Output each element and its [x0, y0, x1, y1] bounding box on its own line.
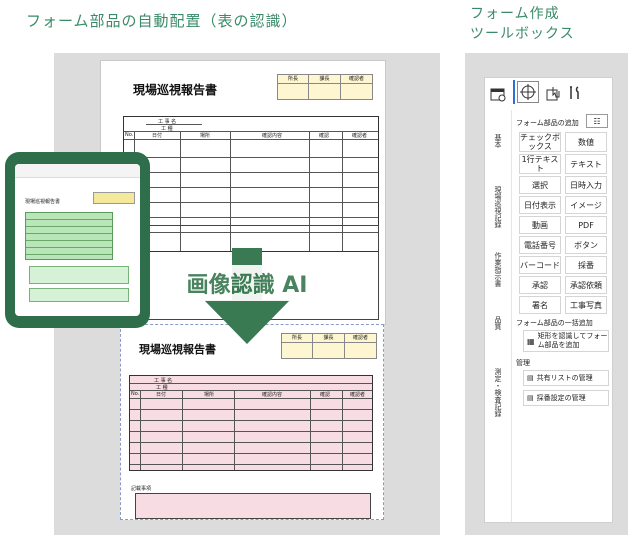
stamp-label: 確認者: [341, 75, 372, 84]
tab-work-order[interactable]: 作業指示書: [493, 252, 503, 287]
settings-window-icon[interactable]: [488, 85, 508, 105]
column-header: 場所: [204, 392, 215, 398]
column-header: 場所: [200, 133, 211, 139]
tool-pdf[interactable]: PDF: [565, 216, 607, 234]
tool-image[interactable]: イメージ: [565, 196, 607, 214]
stamp-label: 課長: [309, 75, 340, 84]
smartphone-frame: 現場巡視報告書: [5, 152, 150, 328]
stamp-label: 課長: [313, 334, 344, 343]
notes-label: 記載事項: [131, 486, 152, 492]
tab-site-patrol[interactable]: 現場巡視記録: [493, 186, 503, 228]
tool-signature[interactable]: 署名: [519, 296, 561, 314]
heading-auto-layout: フォーム部品の自動配置（表の認識）: [26, 12, 298, 30]
column-header: No.: [131, 391, 140, 397]
recognized-notes-box: [135, 493, 371, 519]
manage-shared-lists-button[interactable]: ▤ 共有リストの管理: [523, 370, 609, 386]
form-toolbox: 基本 現場巡視記録 作業指示書 品質 測定・検査記録 フォーム部品の追加 ☷ チ…: [484, 77, 613, 523]
column-header: No.: [125, 132, 134, 138]
ai-label: 画像認識 AI: [165, 265, 329, 301]
add-parts-label: フォーム部品の追加: [516, 119, 579, 127]
column-header: 確認: [320, 392, 331, 398]
recognized-table: 工 事 名 工 種 No. 日付 場所 確認内容 確認 確認者: [129, 375, 373, 471]
tool-datetime-input[interactable]: 日時入力: [565, 176, 607, 194]
manage-label: 管理: [516, 359, 530, 367]
column-header: 日付: [152, 133, 163, 139]
table-icon: ▦: [527, 336, 535, 346]
tool-video[interactable]: 動画: [519, 216, 561, 234]
tab-measurement[interactable]: 測定・検査記録: [493, 368, 503, 417]
column-header: 確認者: [352, 133, 368, 139]
tool-approval-request[interactable]: 承認依頼: [565, 276, 607, 294]
tool-single-line-text[interactable]: 1行テキスト: [519, 154, 561, 174]
tool-select[interactable]: 選択: [519, 176, 561, 194]
tool-construction-photo[interactable]: 工事写真: [565, 296, 607, 314]
bulk-add-label: フォーム部品の一括追加: [516, 319, 593, 327]
tool-barcode[interactable]: バーコード: [519, 256, 561, 274]
column-header: 日付: [156, 392, 167, 398]
column-header: 確認内容: [262, 133, 283, 139]
category-tabs: 基本 現場巡視記録 作業指示書 品質 測定・検査記録: [485, 110, 512, 522]
down-arrow-icon: [204, 300, 290, 344]
tool-text[interactable]: テキスト: [565, 154, 607, 174]
phone-doc-title: 現場巡視報告書: [25, 199, 61, 205]
stamp-label: 所長: [278, 75, 308, 84]
recognized-document: 現場巡視報告書 所長 課長 確認者 工 事 名 工 種 No. 日付 場所 確認…: [120, 324, 384, 520]
stamp-boxes: 所長 課長 確認者: [281, 333, 377, 359]
heading-toolbox: フォーム作成 ツールボックス: [470, 6, 575, 42]
list-icon: ▤: [527, 393, 534, 402]
stamp-boxes: 所長 課長 確認者: [277, 74, 373, 100]
stamp-label: 確認者: [345, 334, 376, 343]
list-icon: ▤: [527, 373, 534, 382]
tool-button[interactable]: ボタン: [565, 236, 607, 254]
tool-numbering[interactable]: 採番: [565, 256, 607, 274]
tools-icon[interactable]: [565, 83, 585, 103]
manage-numbering-button[interactable]: ▤ 採番設定の管理: [523, 390, 609, 406]
phone-screen: 現場巡視報告書: [15, 164, 140, 316]
tool-date-display[interactable]: 日付表示: [519, 196, 561, 214]
tool-phone-number[interactable]: 電話番号: [519, 236, 561, 254]
tool-checkbox[interactable]: チェックボックス: [519, 132, 561, 152]
tab-basic[interactable]: 基本: [493, 134, 503, 148]
column-header: 確認: [319, 133, 330, 139]
doc-title: 現場巡視報告書: [133, 83, 218, 97]
hand-pointer-icon[interactable]: [543, 83, 563, 103]
tool-approval[interactable]: 承認: [519, 276, 561, 294]
list-view-icon[interactable]: ☷: [586, 114, 608, 128]
column-header: 確認者: [350, 392, 366, 398]
column-header: 確認内容: [262, 392, 283, 398]
tool-number[interactable]: 数値: [565, 132, 607, 152]
recognize-rectangles-button[interactable]: ▦ 矩形を認識してフォーム部品を追加: [523, 330, 609, 352]
crosshair-add-icon[interactable]: [517, 81, 539, 103]
tab-quality[interactable]: 品質: [493, 316, 503, 330]
